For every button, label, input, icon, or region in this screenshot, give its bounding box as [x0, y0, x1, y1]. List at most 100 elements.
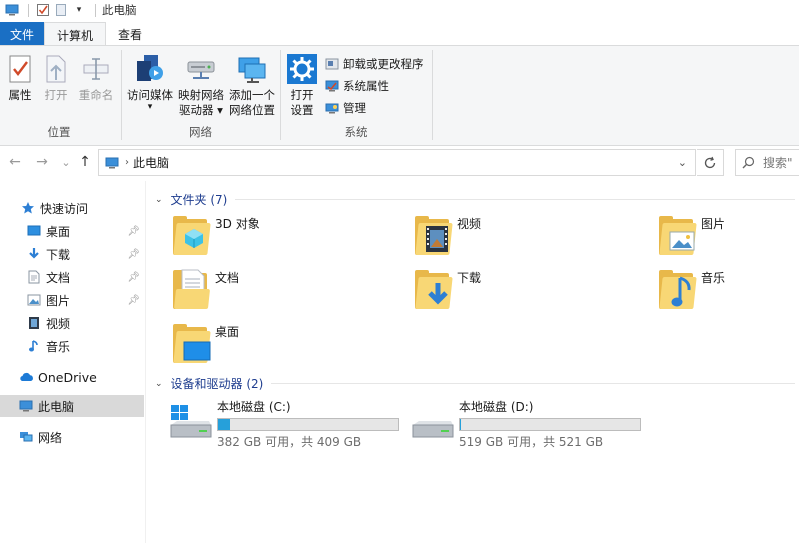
group-network-label: 网络	[189, 125, 212, 139]
folder-documents[interactable]: 文档	[171, 267, 239, 313]
folders-header-label: 文件夹 (7)	[170, 193, 228, 207]
sidebar-item-desktop[interactable]: 桌面 📌︎	[0, 220, 144, 242]
properties-quick-icon[interactable]	[35, 2, 51, 18]
up-button[interactable]: ↑	[76, 153, 94, 171]
manage-label: 管理	[343, 101, 366, 115]
chevron-right-icon[interactable]: ›	[125, 157, 129, 168]
sidebar-label: 此电脑	[38, 399, 75, 414]
desktop-icon	[26, 223, 42, 239]
properties-button[interactable]: 属性	[4, 52, 36, 103]
group-location-label: 位置	[47, 125, 71, 139]
rename-button[interactable]: 重命名	[76, 52, 116, 103]
sidebar-item-quick-access[interactable]: 快速访问	[0, 197, 144, 219]
uninstall-programs-button[interactable]: 卸载或更改程序	[324, 54, 424, 74]
drive-free-space: 519 GB 可用，共 521 GB	[459, 435, 604, 449]
sidebar-label: 视频	[46, 316, 71, 331]
drive-d[interactable]: 本地磁盘 (D:) 519 GB 可用，共 521 GB	[411, 398, 641, 450]
folder-downloads[interactable]: 下载	[413, 267, 481, 313]
sidebar-item-onedrive[interactable]: OneDrive	[0, 366, 144, 388]
breadcrumb[interactable]: 此电脑	[133, 154, 169, 171]
open-settings-label-1: 打开	[290, 88, 314, 102]
manage-button[interactable]: 管理	[324, 98, 366, 118]
sidebar-item-videos[interactable]: 视频	[0, 312, 144, 334]
new-folder-quick-icon[interactable]	[53, 2, 69, 18]
folder-music[interactable]: 音乐	[657, 267, 725, 313]
uninstall-icon	[324, 56, 340, 72]
chevron-down-icon[interactable]: ⌄	[155, 379, 163, 389]
group-network: 访问媒体 ▾ 映射网络 驱动器 ▾ 添加一个 网络位置 网络	[123, 46, 278, 146]
this-pc-icon[interactable]	[4, 2, 20, 18]
music-folder-icon	[657, 267, 699, 313]
customize-toolbar-icon[interactable]: ▾	[71, 2, 87, 18]
add-network-location-button[interactable]: 添加一个 网络位置	[227, 52, 277, 118]
forward-button[interactable]: →	[33, 153, 51, 171]
devices-header-label: 设备和驱动器 (2)	[170, 377, 264, 391]
back-button[interactable]: ←	[6, 153, 24, 171]
folder-name: 3D 对象	[215, 217, 260, 231]
pin-icon[interactable]: 📌︎	[127, 295, 140, 306]
file-explorer-window: ▾ 此电脑 文件 计算机 查看 属性 打开 重命名 位置 访问媒体 ▾ 映射网络…	[0, 0, 799, 543]
sidebar-item-documents[interactable]: 文档 📌︎	[0, 266, 144, 288]
cloud-icon	[18, 369, 34, 385]
tab-computer[interactable]: 计算机	[44, 22, 107, 47]
search-box[interactable]: 搜索"	[735, 149, 799, 176]
drive-c[interactable]: 本地磁盘 (C:) 382 GB 可用，共 409 GB	[169, 398, 399, 450]
sidebar-label: OneDrive	[38, 369, 97, 385]
pin-icon[interactable]: 📌︎	[127, 226, 140, 237]
system-properties-button[interactable]: 系统属性	[324, 76, 389, 96]
folder-videos[interactable]: 视频	[413, 213, 481, 259]
sidebar-item-this-pc[interactable]: 此电脑	[0, 395, 144, 417]
folder-pictures[interactable]: 图片	[657, 213, 725, 259]
map-drive-label-1: 映射网络	[178, 88, 224, 102]
picture-icon	[26, 292, 42, 308]
open-button[interactable]: 打开	[40, 52, 72, 103]
open-settings-label-2: 设置	[290, 103, 314, 117]
tab-file[interactable]: 文件	[0, 22, 44, 46]
devices-section-header[interactable]: ⌄ 设备和驱动器 (2)	[155, 375, 795, 392]
divider	[235, 199, 795, 200]
folder-name: 文档	[215, 271, 240, 285]
sidebar-item-music[interactable]: 音乐	[0, 335, 144, 357]
address-bar[interactable]: › 此电脑 ⌄	[98, 149, 696, 176]
system-properties-icon	[324, 78, 340, 94]
folder-3d-objects[interactable]: 3D 对象	[171, 213, 260, 259]
search-icon	[742, 156, 755, 169]
folder-desktop[interactable]: 桌面	[171, 321, 239, 367]
system-properties-label: 系统属性	[343, 79, 389, 93]
folders-section-header[interactable]: ⌄ 文件夹 (7)	[155, 191, 795, 208]
refresh-button[interactable]	[697, 149, 724, 176]
chevron-down-icon[interactable]: ⌄	[678, 156, 687, 169]
pin-icon[interactable]: 📌︎	[127, 249, 140, 260]
open-settings-button[interactable]: 打开 设置	[284, 52, 320, 118]
media-icon	[133, 52, 167, 86]
access-media-button[interactable]: 访问媒体 ▾	[125, 52, 175, 112]
sidebar-label: 音乐	[46, 339, 71, 354]
open-icon	[39, 52, 73, 86]
group-system: 打开 设置 卸载或更改程序 系统属性 管理 系统	[282, 46, 430, 146]
properties-label: 属性	[8, 88, 32, 102]
sidebar-item-pictures[interactable]: 图片 📌︎	[0, 289, 144, 311]
chevron-down-icon[interactable]: ⌄	[155, 195, 163, 205]
settings-gear-icon	[285, 52, 319, 86]
windows-drive-icon	[169, 403, 213, 443]
tab-view[interactable]: 查看	[106, 22, 154, 46]
divider	[271, 383, 795, 384]
add-location-label-2: 网络位置	[229, 103, 275, 117]
documents-folder-icon	[171, 267, 213, 313]
sidebar-label: 文档	[46, 270, 71, 285]
desktop-folder-icon	[171, 321, 213, 367]
hard-drive-icon	[411, 403, 455, 443]
ribbon-tabs: 文件 计算机 查看	[0, 22, 799, 47]
pin-icon[interactable]: 📌︎	[127, 272, 140, 283]
sidebar-item-downloads[interactable]: 下载 📌︎	[0, 243, 144, 265]
recent-locations-button[interactable]: ⌄	[57, 153, 75, 171]
drive-name: 本地磁盘 (D:)	[459, 400, 534, 414]
folder-name: 桌面	[215, 325, 240, 339]
rename-label: 重命名	[78, 88, 114, 102]
sidebar-label: 图片	[46, 293, 71, 308]
sidebar-item-network[interactable]: 网络	[0, 426, 144, 448]
title-bar: ▾ 此电脑	[0, 0, 799, 20]
folder-name: 音乐	[701, 271, 726, 285]
properties-icon	[3, 52, 37, 86]
map-network-drive-button[interactable]: 映射网络 驱动器 ▾	[175, 52, 227, 118]
